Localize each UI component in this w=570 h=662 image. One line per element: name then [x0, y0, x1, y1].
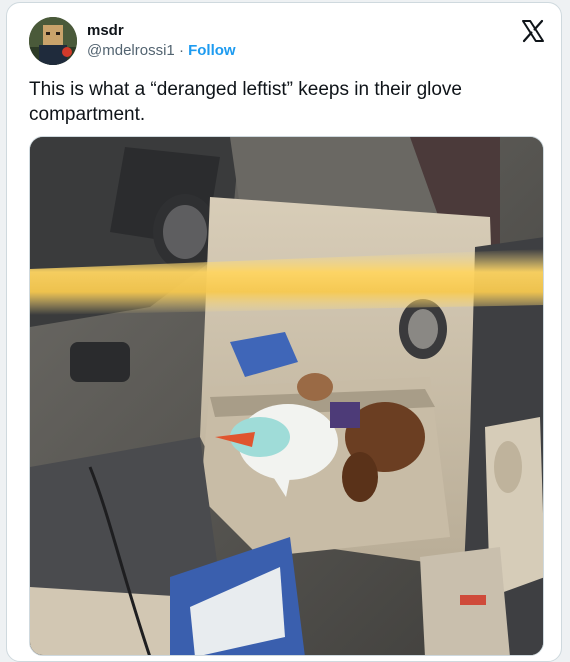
media-image[interactable]: [29, 136, 544, 656]
tweet-card[interactable]: msdr @mdelrossi1 · Follow This is what a…: [6, 2, 562, 662]
follow-button[interactable]: Follow: [188, 42, 236, 59]
display-name[interactable]: msdr: [87, 21, 236, 41]
handle[interactable]: @mdelrossi1: [87, 42, 175, 59]
x-logo-icon[interactable]: [521, 19, 545, 43]
tweet-header: msdr @mdelrossi1 · Follow: [27, 17, 547, 67]
tweet-text: This is what a “deranged leftist” keeps …: [29, 79, 462, 125]
car-interior-photo: [30, 137, 543, 655]
handle-row: @mdelrossi1 · Follow: [87, 41, 236, 61]
author-names: msdr @mdelrossi1 · Follow: [87, 21, 236, 61]
separator: ·: [178, 42, 184, 59]
avatar[interactable]: [29, 17, 77, 65]
